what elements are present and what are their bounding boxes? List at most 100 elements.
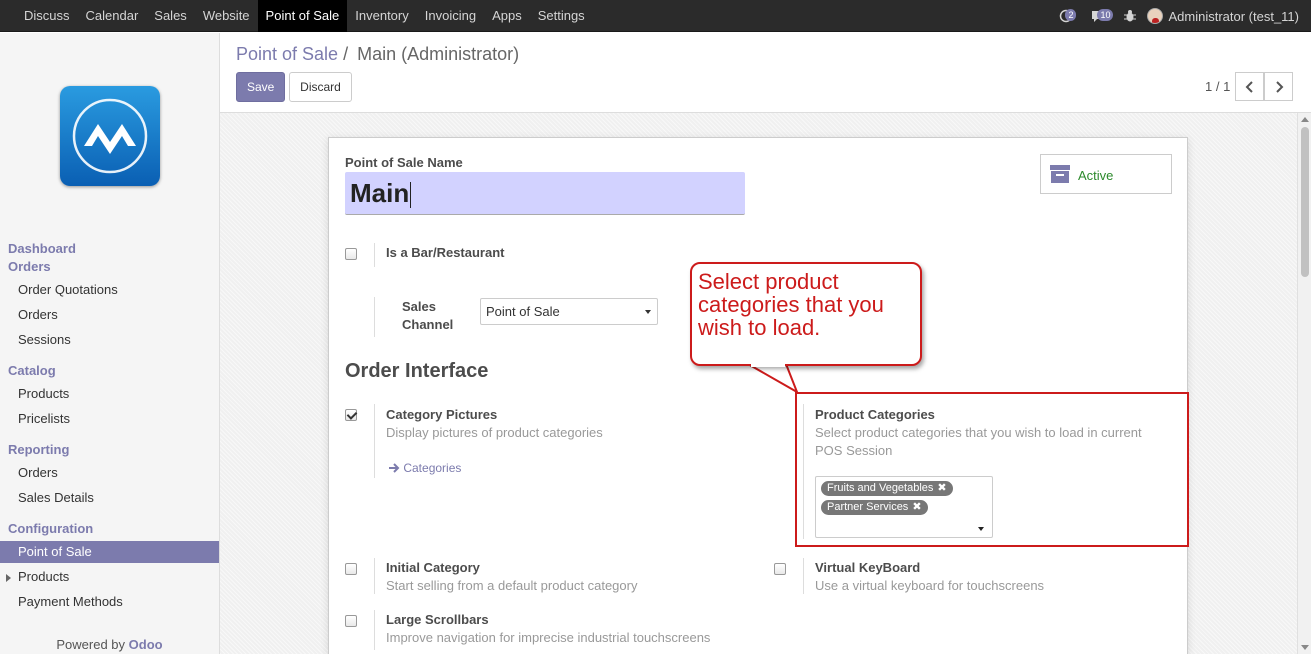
- categories-link[interactable]: Categories: [389, 461, 461, 475]
- save-button[interactable]: Save: [236, 72, 285, 102]
- caret-right-icon: [6, 574, 11, 582]
- pos-name-value: Main: [350, 178, 410, 208]
- callout-line-1: Select product: [698, 269, 839, 294]
- virtual-keyboard-help: Use a virtual keyboard for touchscreens: [815, 578, 1045, 593]
- pager-next-button[interactable]: [1264, 72, 1293, 101]
- powered-by-text: Powered by: [56, 637, 126, 652]
- menu-point-of-sale[interactable]: Point of Sale: [257, 0, 348, 32]
- large-scrollbars-checkbox[interactable]: [345, 615, 357, 627]
- scrollbar-thumb[interactable]: [1301, 127, 1309, 277]
- control-panel: Point of Sale / Main (Administrator) Sav…: [220, 33, 1311, 113]
- bar-restaurant-checkbox[interactable]: [345, 248, 357, 260]
- virtual-keyboard-label: Virtual KeyBoard: [815, 560, 921, 575]
- archive-icon: [1050, 165, 1070, 183]
- chevron-right-icon: [1275, 80, 1283, 93]
- sidebar-header-reporting[interactable]: Reporting: [8, 442, 69, 457]
- sidebar-item-pricelists[interactable]: Pricelists: [0, 408, 219, 430]
- user-menu[interactable]: Administrator (test_11): [1147, 8, 1299, 24]
- sidebar-item-orders[interactable]: Orders: [0, 304, 219, 326]
- menu-settings[interactable]: Settings: [530, 0, 593, 32]
- logo-emblem-icon: [72, 98, 148, 174]
- sales-channel-value: Point of Sale: [486, 304, 560, 319]
- menu-inventory[interactable]: Inventory: [347, 0, 416, 32]
- divider: [374, 297, 375, 337]
- pager-value: 1 / 1: [1205, 79, 1231, 94]
- scroll-down-icon[interactable]: [1301, 645, 1309, 650]
- sidebar-header-configuration[interactable]: Configuration: [8, 521, 93, 536]
- menu-invoicing[interactable]: Invoicing: [417, 0, 484, 32]
- sales-channel-label-line2: Channel: [402, 317, 454, 332]
- initial-category-label: Initial Category: [386, 560, 480, 575]
- user-name: Administrator (test_11): [1168, 8, 1299, 24]
- sidebar-header-orders[interactable]: Orders: [8, 259, 51, 274]
- sidebar: Dashboard Orders Order Quotations Orders…: [0, 33, 220, 654]
- activity-icon[interactable]: 2: [1059, 7, 1081, 25]
- sidebar-dashboard[interactable]: Dashboard: [8, 241, 76, 256]
- initial-category-checkbox[interactable]: [345, 563, 357, 575]
- annotation-highlight-box: [795, 392, 1189, 547]
- active-toggle-button[interactable]: Active: [1040, 154, 1172, 194]
- breadcrumb-current: Main (Administrator): [357, 44, 520, 64]
- sidebar-item-report-orders[interactable]: Orders: [0, 462, 219, 484]
- sidebar-item-config-products[interactable]: Products: [0, 566, 219, 588]
- avatar: [1147, 8, 1164, 24]
- powered-by-brand[interactable]: Odoo: [129, 637, 163, 652]
- sales-channel-select[interactable]: Point of Sale: [480, 298, 658, 325]
- arrow-right-icon: [389, 463, 400, 473]
- callout-line-3: wish to load.: [698, 315, 821, 340]
- virtual-keyboard-checkbox[interactable]: [774, 563, 786, 575]
- sidebar-item-point-of-sale[interactable]: Point of Sale: [0, 541, 219, 563]
- large-scrollbars-label: Large Scrollbars: [386, 612, 489, 627]
- discard-button[interactable]: Discard: [289, 72, 352, 102]
- powered-by: Powered by Odoo: [0, 637, 219, 652]
- systray: 2 10 Administrator (test_11): [1059, 0, 1299, 32]
- company-logo: [60, 86, 160, 186]
- sidebar-item-payment-methods[interactable]: Payment Methods: [0, 591, 219, 613]
- divider: [803, 558, 804, 594]
- menu-sales[interactable]: Sales: [146, 0, 195, 32]
- top-navbar: Discuss Calendar Sales Website Point of …: [0, 0, 1311, 32]
- categories-link-label: Categories: [403, 461, 462, 475]
- pager-previous-button[interactable]: [1235, 72, 1264, 101]
- menu-apps[interactable]: Apps: [484, 0, 530, 32]
- divider: [374, 243, 375, 267]
- sidebar-item-sales-details[interactable]: Sales Details: [0, 487, 219, 509]
- breadcrumb: Point of Sale / Main (Administrator): [236, 44, 519, 65]
- divider: [374, 404, 375, 478]
- bar-restaurant-label: Is a Bar/Restaurant: [386, 245, 505, 260]
- sidebar-header-catalog[interactable]: Catalog: [8, 363, 56, 378]
- scroll-up-icon[interactable]: [1301, 117, 1309, 122]
- menu-calendar[interactable]: Calendar: [78, 0, 147, 32]
- pos-name-label: Point of Sale Name: [345, 155, 463, 170]
- divider: [374, 558, 375, 594]
- vertical-scrollbar[interactable]: [1297, 113, 1311, 654]
- chevron-left-icon: [1245, 80, 1253, 93]
- callout-text: Select product categories that you wish …: [698, 270, 918, 339]
- annotation-callout: Select product categories that you wish …: [690, 262, 922, 366]
- active-label: Active: [1078, 168, 1114, 183]
- category-pictures-checkbox[interactable]: [345, 409, 357, 421]
- divider: [374, 610, 375, 650]
- category-pictures-help: Display pictures of product categories: [386, 425, 603, 440]
- breadcrumb-parent[interactable]: Point of Sale: [236, 44, 338, 64]
- sidebar-item-products[interactable]: Products: [0, 383, 219, 405]
- app-menu: Discuss Calendar Sales Website Point of …: [16, 0, 593, 32]
- text-cursor: [410, 182, 412, 209]
- order-interface-heading: Order Interface: [345, 360, 489, 382]
- messages-icon[interactable]: 10: [1091, 7, 1114, 25]
- sidebar-item-config-products-label: Products: [18, 569, 70, 584]
- menu-discuss[interactable]: Discuss: [16, 0, 78, 32]
- messages-badge: 10: [1097, 9, 1114, 21]
- caret-down-icon: [645, 310, 651, 314]
- sidebar-item-sessions[interactable]: Sessions: [0, 329, 219, 351]
- callout-line-2: categories that you: [698, 292, 884, 317]
- large-scrollbars-help: Improve navigation for imprecise industr…: [386, 630, 711, 645]
- pos-name-input[interactable]: Main: [345, 172, 745, 215]
- breadcrumb-separator: /: [343, 44, 349, 64]
- bug-icon[interactable]: [1123, 9, 1137, 23]
- menu-website[interactable]: Website: [195, 0, 258, 32]
- sales-channel-label-line1: Sales: [402, 299, 436, 314]
- sidebar-item-order-quotations[interactable]: Order Quotations: [0, 279, 219, 301]
- category-pictures-label: Category Pictures: [386, 407, 498, 422]
- initial-category-help: Start selling from a default product cat…: [386, 578, 638, 593]
